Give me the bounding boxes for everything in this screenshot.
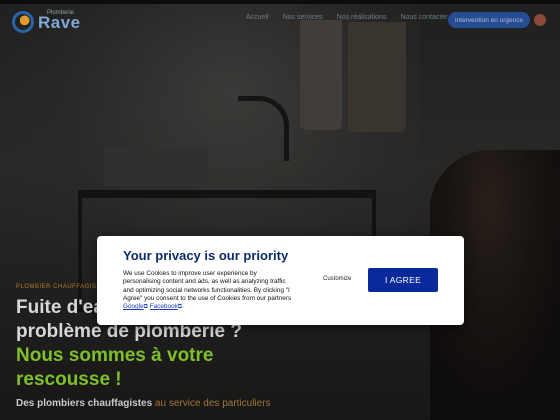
cookie-description: We use Cookies to improve user experienc… <box>123 270 292 311</box>
logo-text: Rave <box>38 12 81 32</box>
emergency-call-button[interactable]: Intervention en urgence <box>448 12 530 28</box>
nav-item-home[interactable]: Accueil <box>246 14 269 21</box>
hero-heading-line4: rescousse ! <box>16 369 122 390</box>
hero-heading-line3: Nous sommes à votre <box>16 345 214 366</box>
facebook-partner-link[interactable]: Facebook <box>150 303 178 310</box>
logo-icon <box>12 11 34 33</box>
google-partner-link[interactable]: Google <box>123 303 144 310</box>
cookie-title: Your privacy is our priority <box>123 248 289 263</box>
customize-button[interactable]: Customize <box>323 276 351 282</box>
cookie-consent-dialog: Your privacy is our priority We use Cook… <box>97 236 464 325</box>
nav-item-realisations[interactable]: Nos réalisations <box>337 14 387 21</box>
cookie-text-body: We use Cookies to improve user experienc… <box>123 270 292 302</box>
external-link-icon: ⧉ <box>177 304 183 311</box>
header-top-bar <box>0 0 560 4</box>
language-flag-icon[interactable] <box>534 14 546 26</box>
site-header: Rave Plomberie Accueil Nos services Nos … <box>0 0 560 40</box>
nav-item-contact[interactable]: Nous contacter <box>400 14 447 21</box>
hero-subtitle-bold: Des plombiers chauffagistes <box>16 398 153 409</box>
logo-subtext: Plomberie <box>47 10 75 16</box>
external-link-icon: ⧉ <box>143 304 148 311</box>
site-logo[interactable]: Rave Plomberie <box>12 8 108 36</box>
hero-subtitle: Des plombiers chauffagistes au service d… <box>16 398 316 409</box>
hero-subtitle-rest: au service des particuliers <box>152 398 271 409</box>
agree-button[interactable]: I AGREE <box>368 268 438 292</box>
nav-item-services[interactable]: Nos services <box>283 14 323 21</box>
main-nav: Accueil Nos services Nos réalisations No… <box>246 14 448 21</box>
hero-tagline: PLOMBIER CHAUFFAGISTE <box>16 284 106 290</box>
